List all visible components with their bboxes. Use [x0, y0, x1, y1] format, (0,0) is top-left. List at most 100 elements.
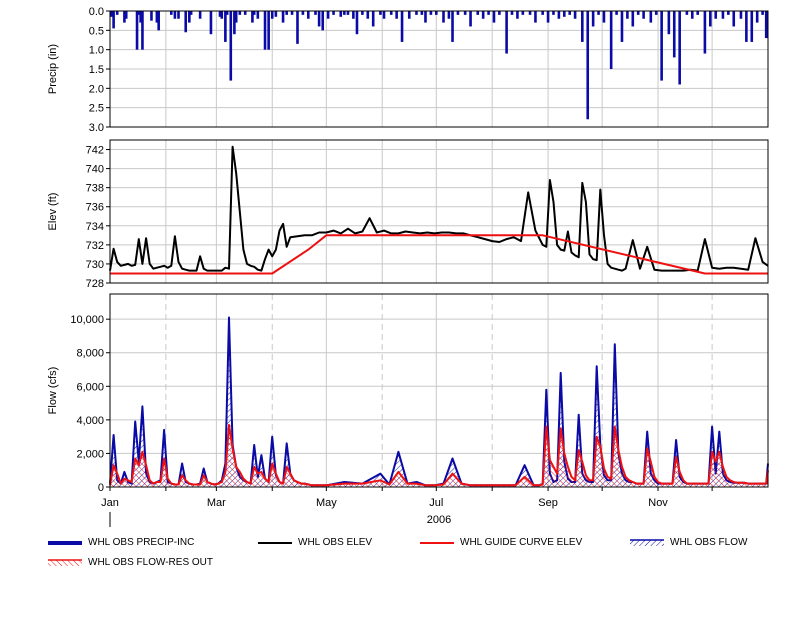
- precip-bar: [721, 11, 725, 19]
- precip-bar: [447, 11, 451, 19]
- precip-bar: [636, 11, 640, 15]
- precip-bar: [615, 11, 618, 15]
- precip-bar: [326, 11, 330, 19]
- y-tick-label: 0: [98, 482, 104, 494]
- y-tick-label: 734: [86, 221, 104, 233]
- precip-bar: [581, 11, 584, 42]
- precip-bar: [649, 11, 653, 23]
- flow-panel: 0 2,000 4,000 6,000 8,000 10,000 Flow (cfs): [47, 293, 769, 494]
- precip-bar: [112, 11, 115, 29]
- precip-bar: [395, 11, 398, 19]
- precip-bar: [620, 11, 624, 42]
- precip-bar: [442, 11, 445, 23]
- precip-bar: [224, 11, 227, 42]
- precip-bar: [528, 11, 532, 15]
- precip-bar: [510, 11, 514, 15]
- precip-bar: [343, 11, 346, 15]
- series-area-1: [110, 424, 768, 487]
- x-tick-label: Jul: [429, 497, 443, 509]
- precip-bar: [220, 11, 224, 19]
- precip-bar: [301, 11, 305, 15]
- x-tick-label: Sep: [538, 497, 558, 509]
- precip-bar: [546, 11, 550, 23]
- precip-bar: [296, 11, 299, 44]
- y-tick-label: 742: [86, 145, 104, 157]
- y-tick-label: 10,000: [70, 314, 104, 326]
- precip-bar: [285, 11, 288, 15]
- precip-bar: [317, 11, 321, 27]
- y-tick-label: 2.5: [89, 103, 104, 115]
- precip-bar: [173, 11, 177, 19]
- precip-bar: [591, 11, 595, 27]
- precip-bar: [184, 11, 188, 33]
- precip-bar: [434, 11, 438, 15]
- series-line-1: [109, 423, 769, 487]
- precip-bar: [141, 11, 144, 50]
- precip-bar: [557, 11, 561, 19]
- y-tick-label: 2,000: [76, 448, 104, 460]
- precip-bar: [696, 11, 699, 15]
- precip-bar: [234, 11, 238, 23]
- x-tick-label: May: [316, 497, 337, 509]
- precip-bar: [602, 11, 606, 23]
- x-tick-label: Jan: [101, 497, 119, 509]
- precip-bar: [389, 11, 393, 15]
- precip-bar: [238, 11, 242, 15]
- precip-bar: [534, 11, 537, 23]
- precip-bar: [355, 11, 359, 35]
- y-tick-label: 4,000: [76, 415, 104, 427]
- x-tick-label: Nov: [648, 497, 668, 509]
- precip-bar: [209, 11, 213, 35]
- y-tick-label: 0.0: [89, 6, 104, 18]
- y-tick-label: 738: [86, 183, 104, 195]
- y-tick-label: 6,000: [76, 381, 104, 393]
- precip-bar: [361, 11, 364, 15]
- precip-bar: [177, 11, 180, 19]
- precip-bar: [541, 11, 544, 15]
- precip-bar: [135, 11, 139, 50]
- precip-bar: [568, 11, 571, 15]
- precip-bar: [379, 11, 382, 15]
- precip-bar: [456, 11, 460, 15]
- precip-bar: [366, 11, 370, 19]
- precip-bar: [415, 11, 418, 15]
- precip-bar: [703, 11, 707, 54]
- panel-frame: [109, 293, 769, 488]
- x-axis-year-label: 2006: [427, 514, 451, 526]
- precip-bar: [739, 11, 743, 19]
- precip-bar: [371, 11, 375, 27]
- precip-bar: [198, 11, 202, 19]
- precip-bar: [290, 11, 294, 15]
- precip-bar: [685, 11, 689, 15]
- precip-bar: [424, 11, 427, 23]
- precip-bar: [764, 11, 768, 39]
- precip-bar: [332, 11, 335, 15]
- precip-bar: [451, 11, 454, 42]
- precip-bar: [307, 11, 310, 19]
- precip-bar: [274, 11, 278, 17]
- y-tick-label: 2.0: [89, 83, 104, 95]
- precip-bar: [225, 11, 229, 15]
- precip-bar: [124, 11, 128, 19]
- precip-bar: [586, 11, 590, 120]
- precip-bar: [487, 11, 490, 15]
- precip-bar: [521, 11, 525, 15]
- precip-bar: [281, 11, 285, 23]
- y-axis-label: Flow (cfs): [47, 367, 59, 415]
- precip-bar: [727, 11, 730, 15]
- precip-bar: [755, 11, 759, 23]
- x-axis: Jan Mar May Jul Sep Nov 2006: [101, 487, 713, 527]
- x-tick-label: Mar: [207, 497, 226, 509]
- precip-bar: [400, 11, 404, 42]
- precip-bar: [352, 11, 355, 19]
- precip-bar: [631, 11, 635, 27]
- y-tick-label: 736: [86, 202, 104, 214]
- precip-bar: [243, 11, 247, 15]
- precip-bar: [732, 11, 736, 27]
- precip-bar: [189, 11, 193, 15]
- precip-bar: [481, 11, 485, 19]
- precip-bar: [463, 11, 467, 15]
- precip-bar: [690, 11, 694, 19]
- precip-bar: [678, 11, 681, 85]
- precip-bar: [552, 11, 555, 15]
